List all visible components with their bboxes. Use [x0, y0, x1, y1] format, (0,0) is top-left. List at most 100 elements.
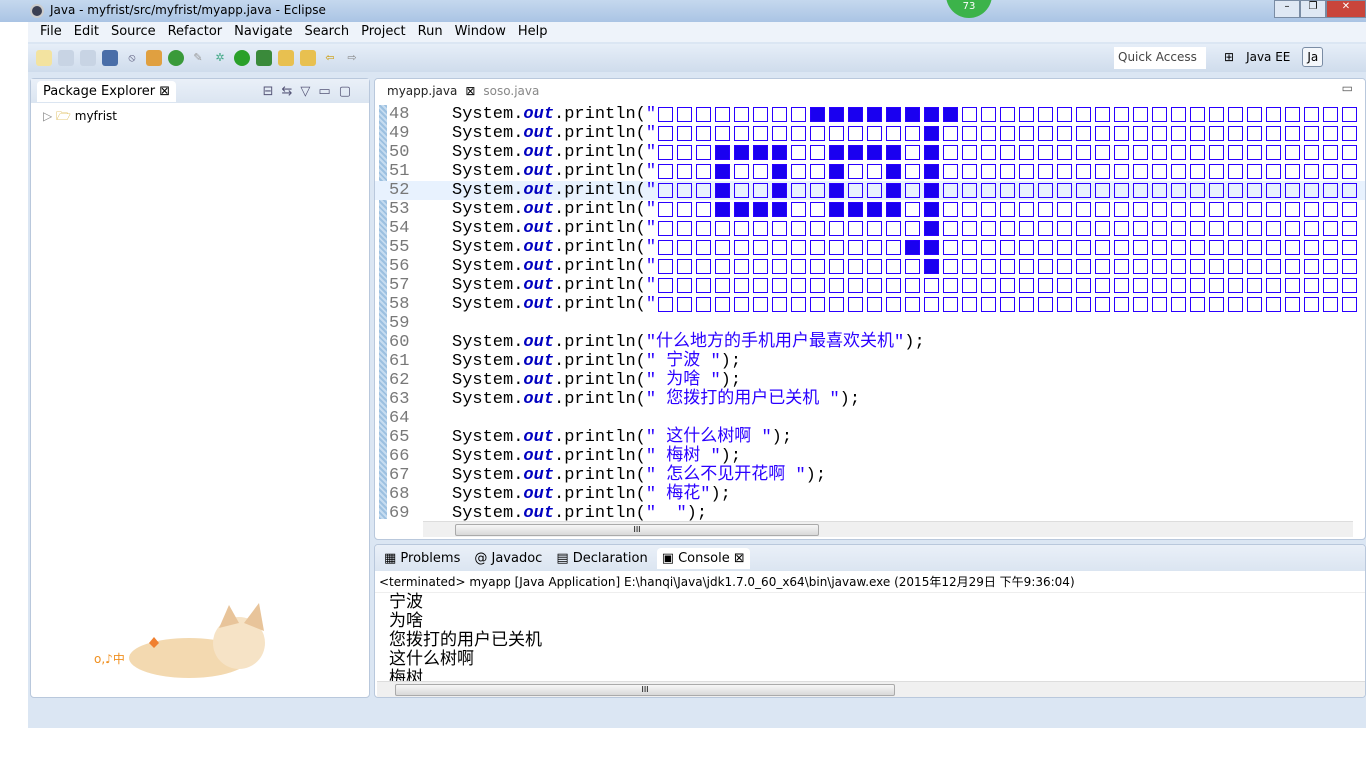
forward-icon[interactable]: ⇨	[344, 50, 360, 66]
empty-square	[1171, 278, 1187, 293]
square-pattern	[656, 124, 1359, 143]
line-number: 68	[389, 485, 410, 504]
empty-square	[867, 164, 883, 179]
scroll-thumb[interactable]: III	[395, 684, 895, 696]
menu-refactor[interactable]: Refactor	[162, 22, 229, 42]
filled-square	[886, 164, 902, 179]
string-literal: "什么地方的手机用户最喜欢关机"	[645, 333, 905, 352]
run-icon[interactable]	[234, 50, 250, 66]
back-icon[interactable]: ⇦	[322, 50, 338, 66]
code-prefix: System.	[452, 485, 524, 504]
skip-breakpoints-icon[interactable]: ⦸	[124, 50, 140, 66]
tab-soso-java[interactable]: soso.java	[475, 81, 547, 101]
empty-square	[1000, 183, 1016, 198]
declaration-icon: ▤	[556, 550, 573, 566]
problems-icon: ▦	[384, 550, 401, 566]
tab-myapp-java[interactable]: myapp.java	[379, 81, 465, 101]
tab-problems[interactable]: ▦ Problems	[379, 548, 465, 569]
filled-square	[772, 145, 788, 160]
open-task-icon[interactable]	[300, 50, 316, 66]
empty-square	[1038, 221, 1054, 236]
open-perspective-icon[interactable]: ⊞	[1224, 50, 1234, 64]
menu-source[interactable]: Source	[105, 22, 162, 42]
code-field: out	[523, 238, 555, 257]
external-tools-icon[interactable]	[256, 50, 272, 66]
javadoc-icon: @	[474, 550, 492, 566]
save-all-icon[interactable]	[80, 50, 96, 66]
tab-console[interactable]: ▣ Console ⊠	[656, 547, 750, 569]
empty-square	[791, 145, 807, 160]
eclipse-icon	[30, 4, 44, 18]
save-icon[interactable]	[58, 50, 74, 66]
code-field: out	[523, 162, 555, 181]
empty-square	[962, 240, 978, 255]
menu-edit[interactable]: Edit	[68, 22, 105, 42]
minimize-editor-icon[interactable]: ▭	[1342, 81, 1353, 95]
perspective-java-ee[interactable]: Java EE	[1242, 48, 1294, 66]
empty-square	[1133, 183, 1149, 198]
empty-square	[791, 202, 807, 217]
tab-package-explorer[interactable]: Package Explorer ⊠	[37, 80, 177, 102]
empty-square	[1152, 164, 1168, 179]
string-literal: " 这什么树啊 "	[645, 428, 772, 447]
empty-square	[848, 183, 864, 198]
expand-icon[interactable]: ▷	[43, 109, 56, 123]
filled-square	[829, 145, 845, 160]
tab-declaration[interactable]: ▤ Declaration	[551, 548, 652, 569]
empty-square	[1228, 278, 1244, 293]
menu-help[interactable]: Help	[512, 22, 554, 42]
editor-horizontal-scrollbar[interactable]: III	[423, 521, 1353, 537]
new-package-icon[interactable]	[146, 50, 162, 66]
terminal-icon[interactable]	[102, 50, 118, 66]
minimize-button[interactable]: –	[1274, 0, 1300, 18]
empty-square	[1114, 278, 1130, 293]
empty-square	[658, 145, 674, 160]
maximize-button[interactable]: ❐	[1300, 0, 1326, 18]
empty-square	[867, 183, 883, 198]
line-number: 57	[389, 276, 410, 295]
empty-square	[1057, 164, 1073, 179]
close-tab-icon[interactable]: ⊠	[730, 551, 745, 566]
new-class-icon[interactable]	[168, 50, 184, 66]
empty-square	[1304, 164, 1320, 179]
menu-navigate[interactable]: Navigate	[228, 22, 298, 42]
empty-square	[791, 164, 807, 179]
menu-run[interactable]: Run	[412, 22, 449, 42]
empty-square	[696, 164, 712, 179]
new-icon[interactable]	[36, 50, 52, 66]
code-field: out	[523, 447, 555, 466]
close-tab-icon[interactable]: ⊠	[465, 84, 475, 98]
quick-access-input[interactable]: Quick Access	[1114, 47, 1206, 69]
console-horizontal-scrollbar[interactable]: III	[377, 681, 1365, 697]
scroll-thumb[interactable]: III	[455, 524, 819, 536]
code-area[interactable]: 48 System.out.println(" 49 System.out.print…	[375, 105, 1365, 523]
notification-badge[interactable]: 73	[946, 0, 992, 18]
line-number: 65	[389, 428, 410, 447]
menu-window[interactable]: Window	[449, 22, 512, 42]
menu-search[interactable]: Search	[298, 22, 355, 42]
open-type-icon[interactable]	[278, 50, 294, 66]
empty-square	[1247, 164, 1263, 179]
empty-square	[1209, 107, 1225, 122]
view-menu-icons[interactable]: ⊟⇆▽▭▢	[263, 84, 359, 99]
empty-square	[1304, 297, 1320, 312]
empty-square	[1038, 145, 1054, 160]
code-method: .println(	[554, 257, 646, 276]
empty-square	[734, 183, 750, 198]
console-icon: ▣	[661, 550, 679, 566]
search-tool-icon[interactable]: ✎	[190, 50, 206, 66]
tab-javadoc[interactable]: @ Javadoc	[469, 548, 547, 569]
empty-square	[1342, 297, 1358, 312]
empty-square	[1095, 107, 1111, 122]
menu-file[interactable]: File	[34, 22, 68, 42]
code-method: .println(	[554, 105, 646, 124]
debug-icon[interactable]: ✲	[212, 50, 228, 66]
empty-square	[1323, 202, 1339, 217]
empty-square	[810, 278, 826, 293]
close-button[interactable]: ✕	[1326, 0, 1366, 18]
menu-project[interactable]: Project	[355, 22, 411, 42]
perspective-java[interactable]: Ja	[1302, 47, 1324, 67]
tree-item-myfrist[interactable]: ▷ 🗁 myfrist	[43, 107, 357, 128]
empty-square	[753, 278, 769, 293]
empty-square	[1019, 107, 1035, 122]
